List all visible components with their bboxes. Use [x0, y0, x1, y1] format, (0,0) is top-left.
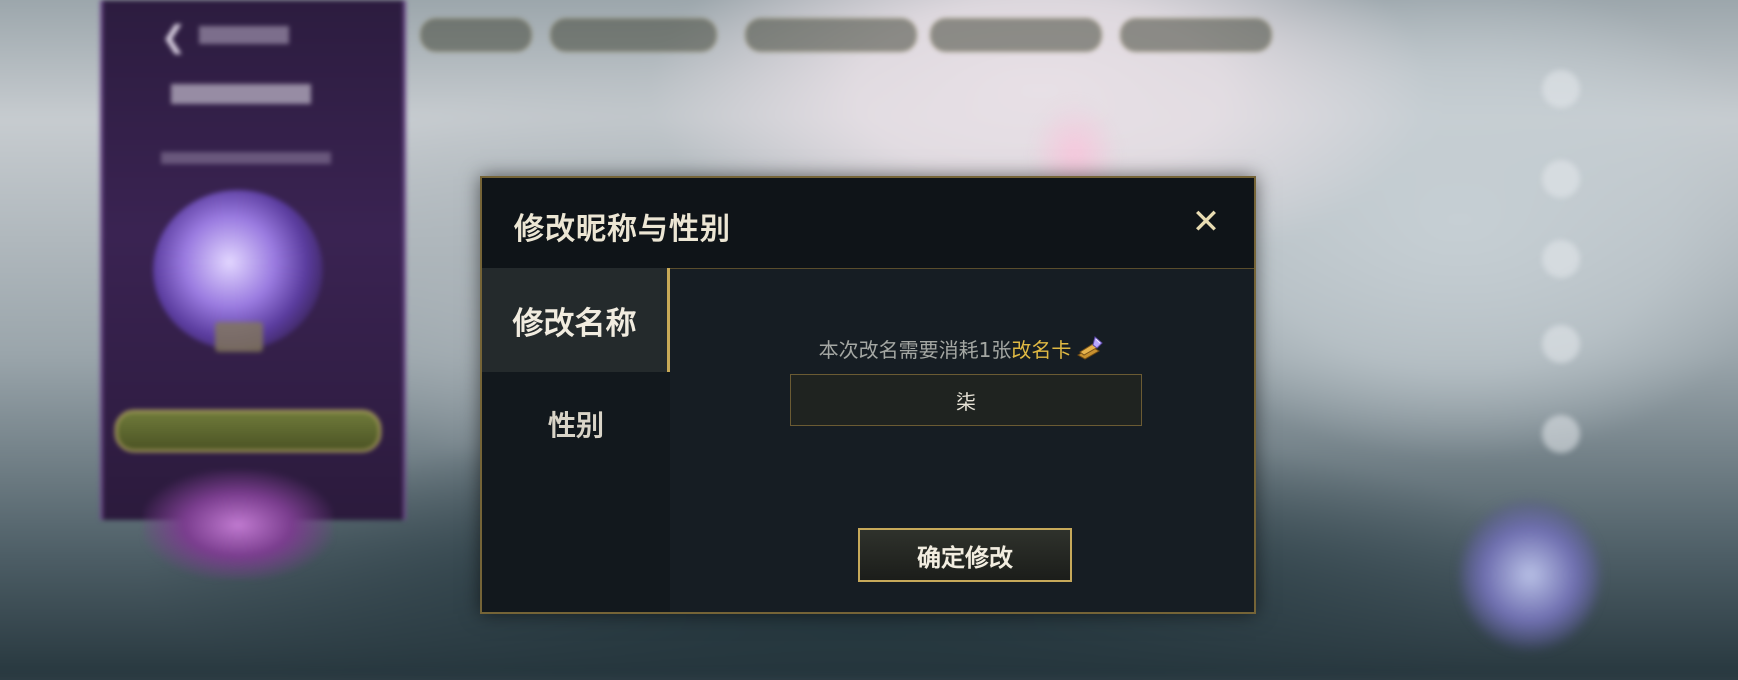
modal-header: 修改昵称与性别 ✕	[482, 178, 1254, 269]
tab-gender-label: 性别	[547, 409, 604, 442]
side-menu-icon	[1542, 70, 1580, 108]
side-menu-icon	[1542, 325, 1580, 363]
tab-rename[interactable]: 修改名称	[482, 268, 670, 372]
close-icon[interactable]: ✕	[1186, 202, 1226, 242]
tab-rename-label: 修改名称	[512, 305, 637, 342]
rename-card-name: 改名卡	[1011, 338, 1072, 362]
rename-cost-text: 本次改名需要消耗1张改名卡	[670, 334, 1254, 368]
modal-title: 修改昵称与性别	[514, 212, 731, 247]
back-arrow-icon: ❮	[161, 20, 187, 55]
profile-panel: ❮	[100, 0, 406, 580]
confirm-button[interactable]: 确定修改	[858, 528, 1072, 582]
modal-side-nav: 修改名称 性别	[482, 268, 670, 612]
rename-card-icon	[1075, 335, 1105, 368]
top-bar-tab	[550, 18, 717, 52]
tab-gender[interactable]: 性别	[482, 372, 670, 476]
side-menu-icon	[1542, 160, 1580, 198]
rank-crest	[143, 470, 333, 580]
confirm-button-label: 确定修改	[917, 543, 1013, 572]
back-label-blurred	[199, 26, 289, 44]
top-bar-tab	[420, 18, 532, 52]
top-bar-tab	[1120, 18, 1272, 52]
rank-badge	[1460, 500, 1600, 650]
top-bar-tab	[745, 18, 917, 52]
rename-modal: 修改昵称与性别 ✕ 修改名称 性别 本次改名需要消耗1张改名卡 确定修改	[480, 176, 1256, 614]
profile-action-button	[115, 410, 381, 452]
top-bar-tab	[930, 18, 1102, 52]
nickname-input[interactable]	[790, 374, 1142, 426]
cost-text-prefix: 本次改名需要消耗1张	[818, 338, 1012, 362]
signature-blurred	[161, 152, 331, 164]
side-menu-icon	[1542, 415, 1580, 453]
level-badge	[215, 322, 263, 352]
side-menu-icon	[1542, 240, 1580, 278]
player-name-blurred	[171, 84, 311, 104]
